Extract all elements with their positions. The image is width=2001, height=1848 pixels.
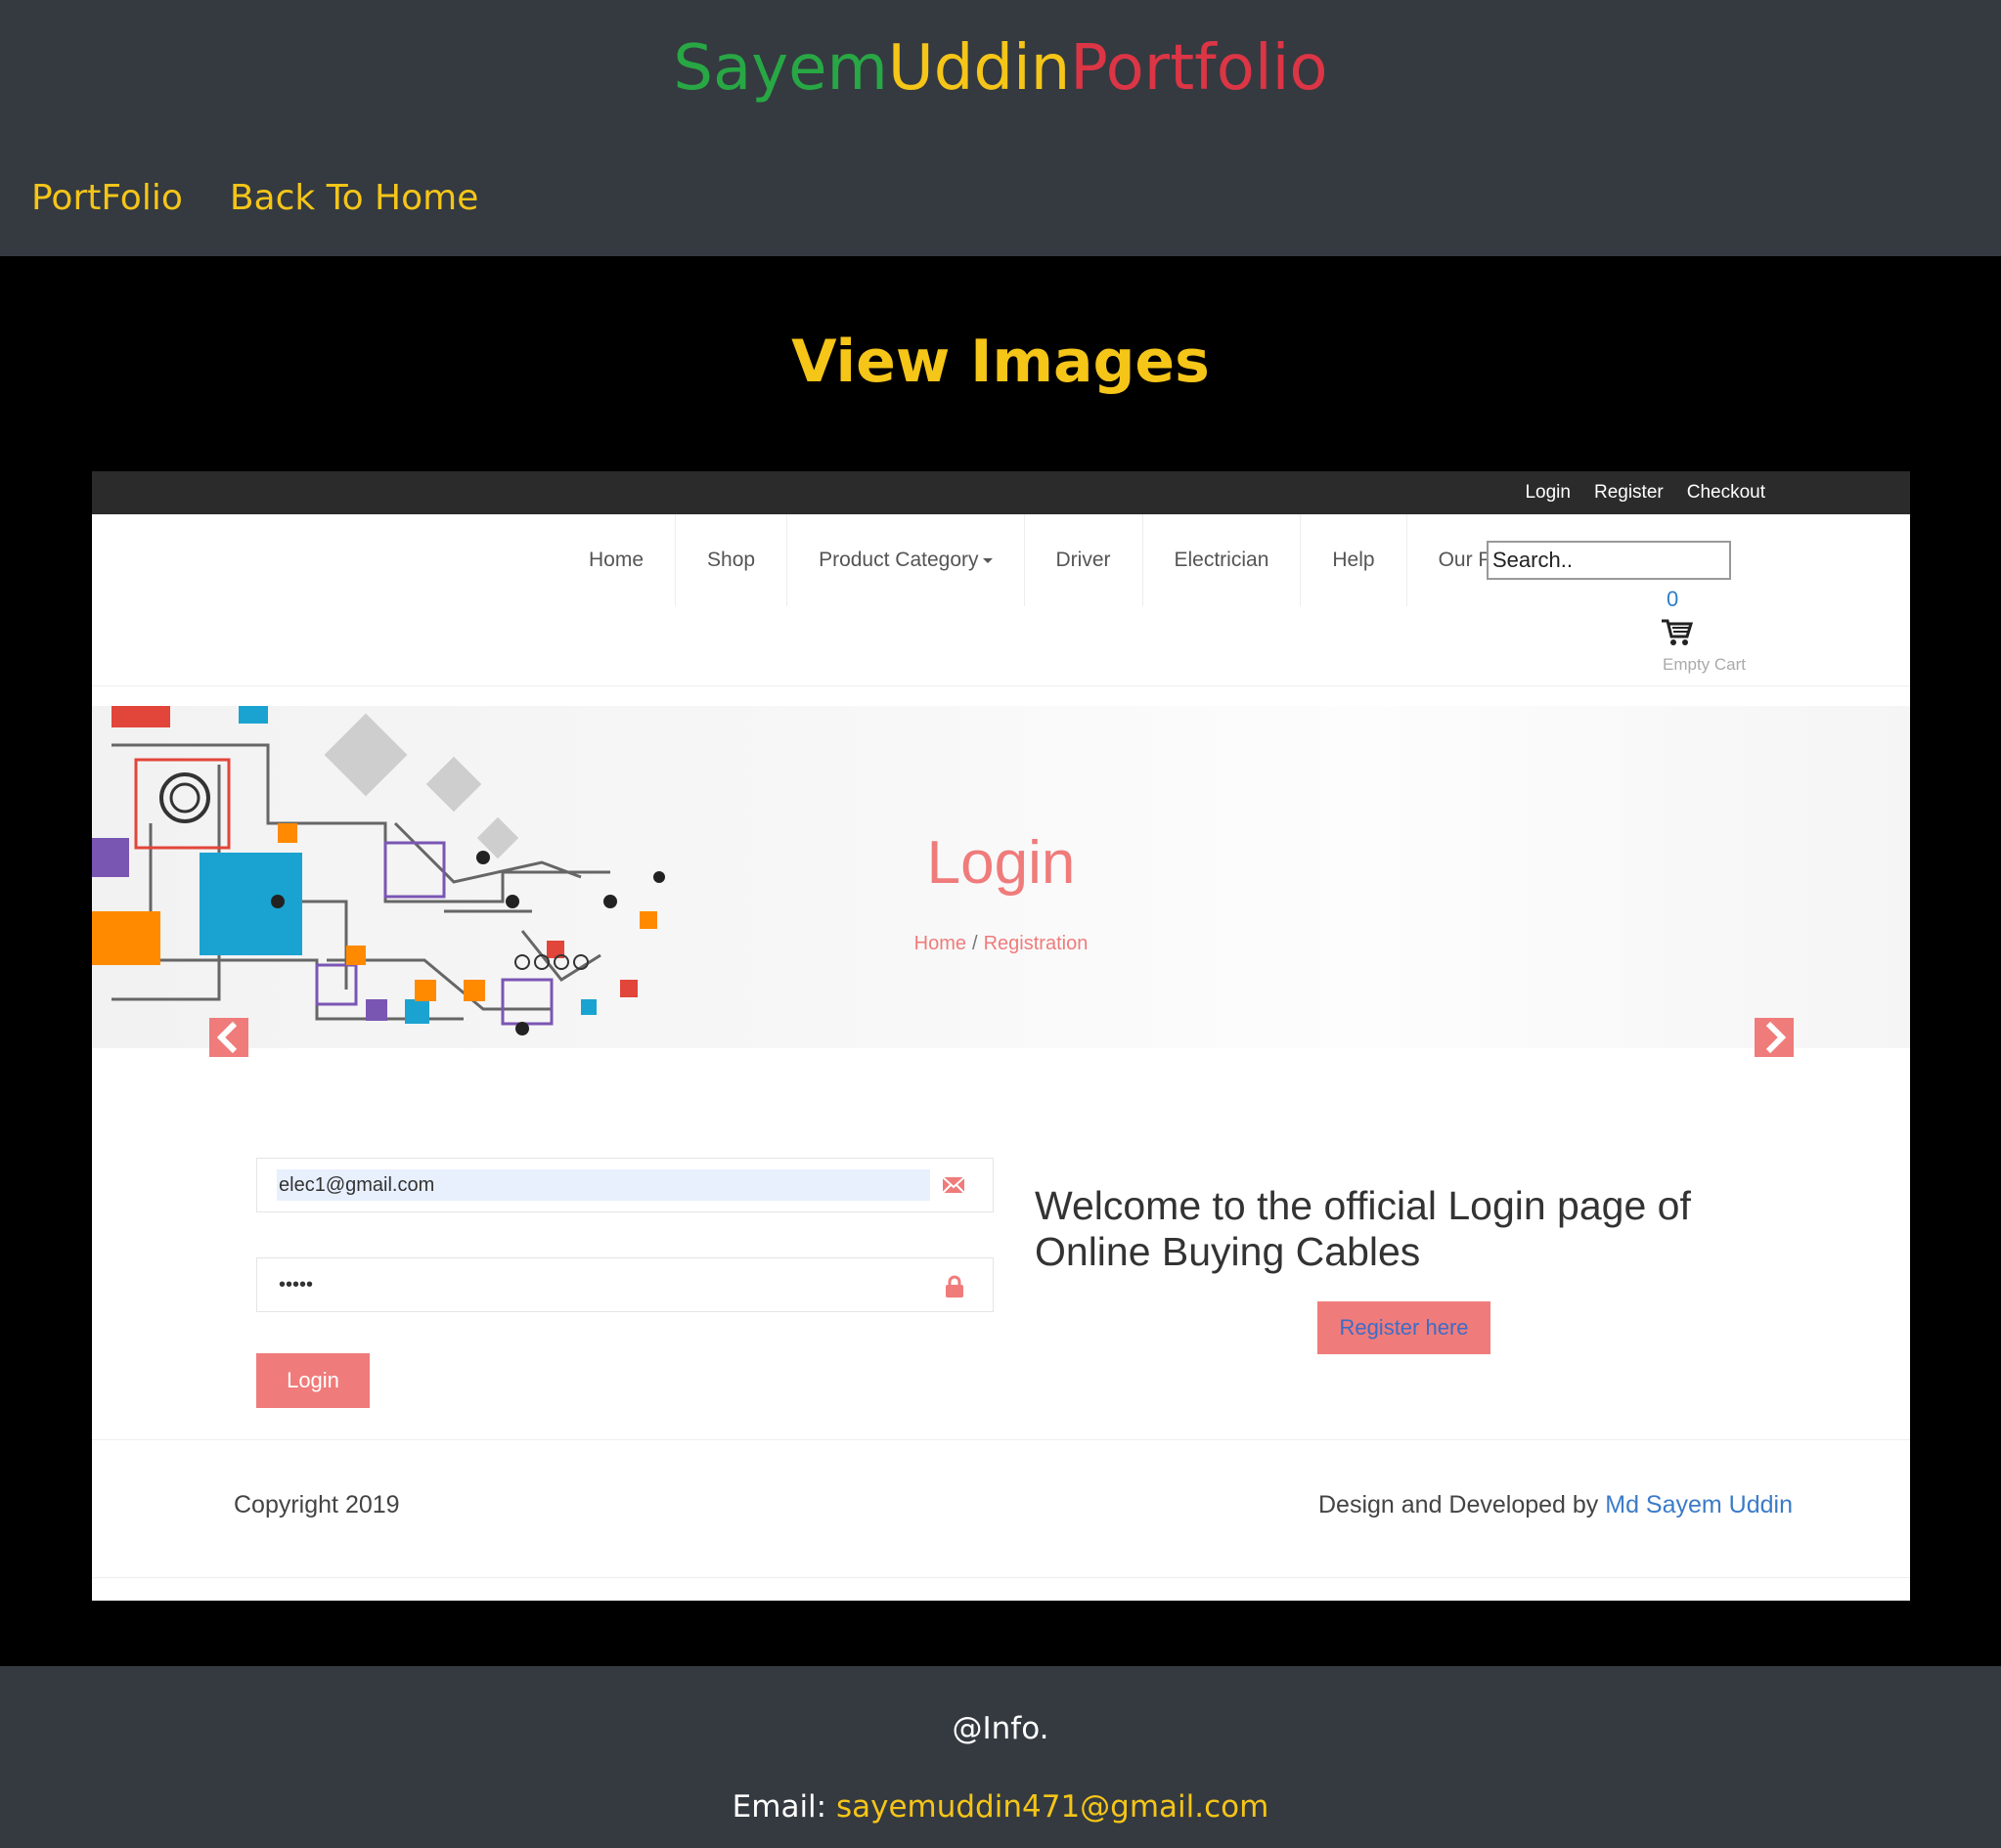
brand-title[interactable]: SayemUddinPortfolio xyxy=(0,29,2001,108)
banner-title: Login xyxy=(926,829,1076,897)
email-field[interactable]: elec1@gmail.com xyxy=(256,1158,994,1212)
nav-item-electrician[interactable]: Electrician xyxy=(1143,514,1302,606)
nav-item-product-category[interactable]: Product Category xyxy=(787,514,1025,606)
email-link[interactable]: sayemuddin471@gmail.com xyxy=(836,1789,1268,1825)
screenshot-topbar: Login Register Checkout xyxy=(92,471,1910,514)
copyright-text: Copyright 2019 xyxy=(234,1491,400,1518)
screenshot-navbar: Home Shop Product Category Driver Electr… xyxy=(92,514,1910,686)
email-line: Email: sayemuddin471@gmail.com xyxy=(0,1789,2001,1825)
site-footer: @Info. Email: sayemuddin471@gmail.com xyxy=(0,1666,2001,1848)
credit-text: Design and Developed by Md Sayem Uddin xyxy=(1318,1491,1793,1519)
page-title: View Images xyxy=(791,328,1210,396)
cart-status-label: Empty Cart xyxy=(1663,655,1747,674)
register-button[interactable]: Register here xyxy=(1317,1301,1490,1354)
nav-link-back-to-home[interactable]: Back To Home xyxy=(230,176,479,221)
site-header: SayemUddinPortfolio PortFolio Back To Ho… xyxy=(0,0,2001,256)
breadcrumb-separator: / xyxy=(972,933,978,954)
password-value: ••••• xyxy=(279,1274,314,1296)
main-section: View Images Login Register Checkout Home… xyxy=(0,256,2001,1666)
topbar-register-link[interactable]: Register xyxy=(1594,481,1664,505)
breadcrumb: Home / Registration xyxy=(92,933,1910,955)
welcome-text: Welcome to the official Login page of On… xyxy=(1035,1183,1691,1274)
topbar-checkout-link[interactable]: Checkout xyxy=(1687,481,1765,505)
topbar-login-link[interactable]: Login xyxy=(1525,481,1571,505)
nav-item-driver[interactable]: Driver xyxy=(1025,514,1143,606)
project-screenshot: Login Register Checkout Home Shop Produc… xyxy=(92,471,1910,1601)
brand-part-sayem: Sayem xyxy=(673,32,888,105)
credit-prefix: Design and Developed by xyxy=(1318,1491,1606,1518)
brand-part-portfolio: Portfolio xyxy=(1070,32,1328,105)
chevron-left-icon[interactable] xyxy=(209,1018,248,1057)
cart-count: 0 xyxy=(1667,587,1679,611)
caret-down-icon xyxy=(982,557,993,563)
site-nav: PortFolio Back To Home xyxy=(31,176,478,221)
search-input[interactable] xyxy=(1487,541,1731,580)
nav-item-shop[interactable]: Shop xyxy=(676,514,788,606)
page-banner: Login Home / Registration xyxy=(92,706,1910,1048)
nav-item-product-category-label: Product Category xyxy=(819,549,979,571)
breadcrumb-home-link[interactable]: Home xyxy=(914,933,966,954)
nav-item-home[interactable]: Home xyxy=(557,514,677,606)
envelope-icon xyxy=(942,1175,965,1200)
email-label: Email: xyxy=(732,1789,836,1825)
login-button[interactable]: Login xyxy=(256,1353,370,1408)
developer-link[interactable]: Md Sayem Uddin xyxy=(1605,1491,1793,1518)
password-field[interactable]: ••••• xyxy=(256,1257,994,1312)
screenshot-footer: Copyright 2019 Design and Developed by M… xyxy=(92,1439,1910,1578)
chevron-right-icon[interactable] xyxy=(1755,1018,1794,1057)
breadcrumb-current: Registration xyxy=(983,933,1089,954)
cart-icon[interactable] xyxy=(1661,618,1694,652)
lock-icon xyxy=(944,1275,965,1303)
email-value: elec1@gmail.com xyxy=(277,1169,930,1201)
brand-part-uddin: Uddin xyxy=(887,32,1071,105)
info-heading: @Info. xyxy=(952,1711,1049,1746)
nav-link-portfolio[interactable]: PortFolio xyxy=(31,176,183,221)
nav-item-help[interactable]: Help xyxy=(1301,514,1407,606)
